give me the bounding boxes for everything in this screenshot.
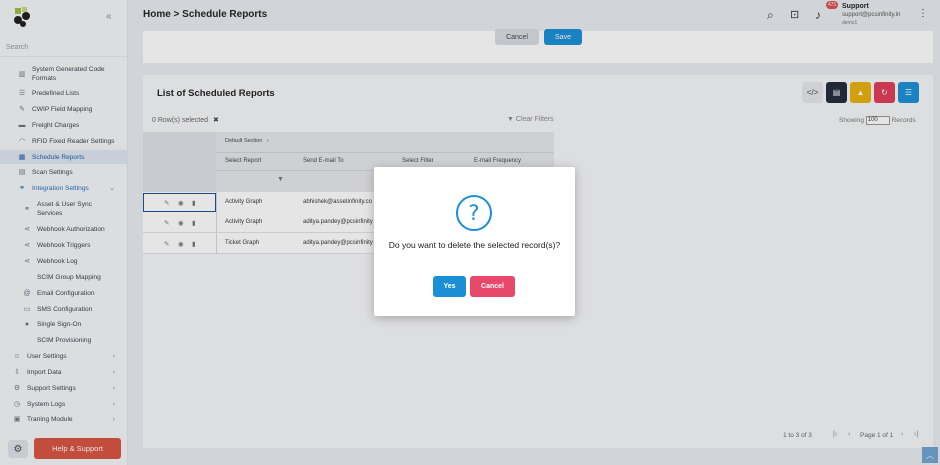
delete-confirmation-dialog: ? Do you want to delete the selected rec… <box>374 167 575 316</box>
confirm-yes-button[interactable]: Yes <box>433 276 466 297</box>
dialog-cancel-button[interactable]: Cancel <box>470 276 515 297</box>
question-icon: ? <box>456 195 492 231</box>
dialog-message: Do you want to delete the selected recor… <box>388 240 561 250</box>
